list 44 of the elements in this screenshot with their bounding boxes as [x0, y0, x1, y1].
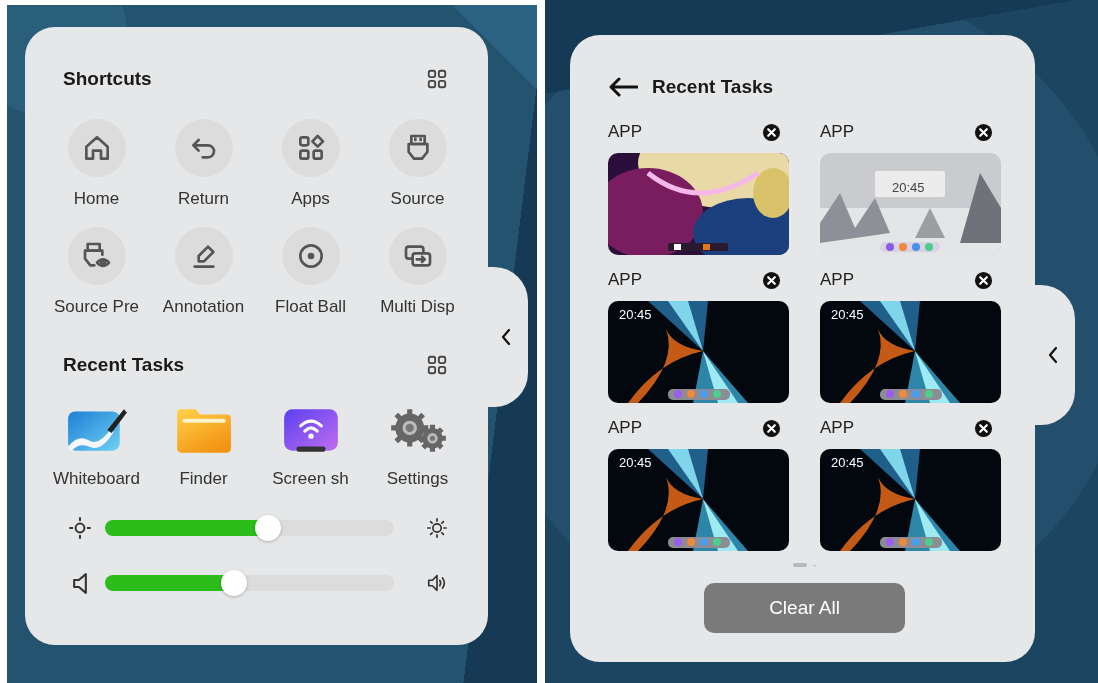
chevron-left-icon [1046, 345, 1060, 365]
dim-sun-icon [69, 517, 91, 539]
clock-text: 20:45 [831, 307, 864, 322]
panel-title: Recent Tasks [652, 76, 774, 98]
grid-icon[interactable] [426, 354, 448, 376]
shortcut-label: Apps [291, 189, 330, 209]
shortcut-label: Return [178, 189, 229, 209]
clear-all-button[interactable]: Clear All [704, 583, 905, 633]
slider-thumb[interactable] [220, 570, 247, 596]
clock-text: 20:45 [619, 307, 652, 322]
shortcut-label: Source [390, 189, 445, 209]
chevron-left-icon [499, 327, 513, 347]
close-icon[interactable] [974, 270, 993, 290]
clock-text: 20:45 [892, 180, 925, 195]
clock-text: 20:45 [831, 455, 864, 470]
bright-sun-icon [426, 517, 448, 539]
task-label: APP [820, 418, 855, 438]
speaker-loud-icon [426, 572, 448, 594]
speaker-icon [73, 572, 87, 594]
close-icon[interactable] [762, 122, 781, 142]
grid-icon[interactable] [426, 68, 448, 90]
shortcut-label: Multi Disp [380, 297, 455, 317]
section-title: Recent Tasks [63, 354, 185, 376]
section-title: Shortcuts [63, 68, 152, 90]
clock-text: 20:45 [619, 455, 652, 470]
close-icon[interactable] [762, 270, 781, 290]
shortcut-label: Float Ball [275, 297, 346, 317]
task-label: APP [608, 270, 643, 290]
app-label: Screen sh [272, 469, 349, 489]
close-icon[interactable] [974, 418, 993, 438]
task-label: APP [820, 270, 855, 290]
task-label: APP [608, 122, 643, 142]
shortcut-label: Home [73, 189, 120, 209]
back-arrow-icon[interactable] [608, 75, 638, 99]
close-icon[interactable] [762, 418, 781, 438]
slider-thumb[interactable] [255, 515, 282, 541]
close-icon[interactable] [974, 122, 993, 142]
task-label: APP [608, 418, 643, 438]
app-label: Whiteboard [53, 469, 140, 489]
shortcut-label: Source Pre [53, 297, 139, 317]
shortcut-label: Annotation [162, 297, 245, 317]
app-label: Finder [179, 469, 228, 489]
app-label: Settings [386, 469, 449, 489]
task-label: APP [820, 122, 855, 142]
